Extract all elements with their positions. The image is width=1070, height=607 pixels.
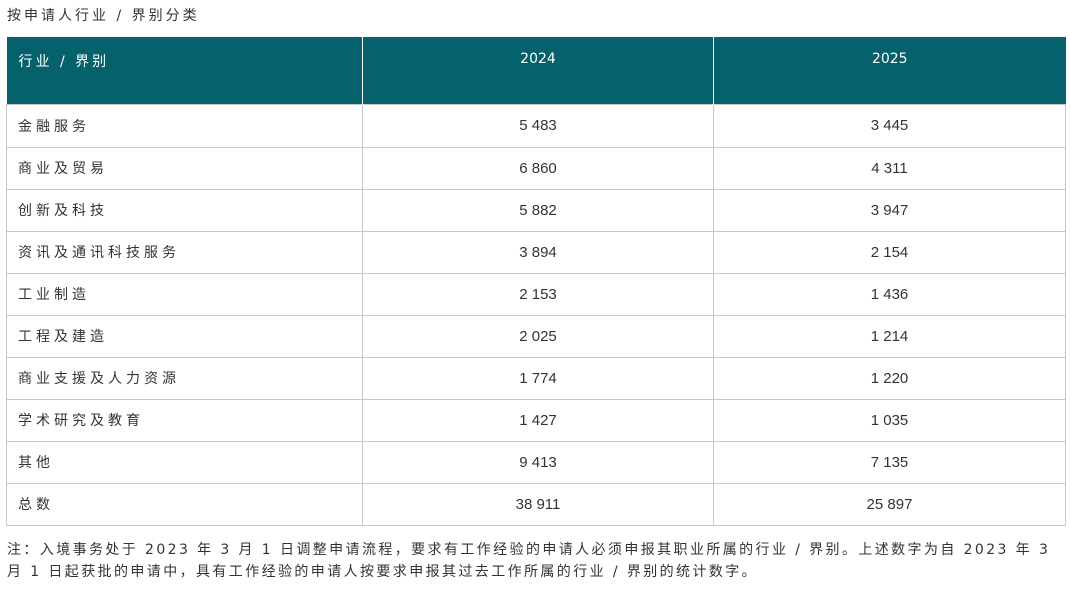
row-label: 工程及建造	[6, 314, 363, 358]
row-label: 其他	[6, 440, 363, 484]
table-row: 工业制造 2 153 1 436	[6, 272, 1066, 316]
row-label-total: 总数	[6, 482, 363, 526]
table-row: 创新及科技 5 882 3 947	[6, 188, 1066, 232]
total-2025: 25 897	[713, 482, 1066, 526]
table-row: 资讯及通讯科技服务 3 894 2 154	[6, 230, 1066, 274]
table-row: 学术研究及教育 1 427 1 035	[6, 398, 1066, 442]
table-row: 商业及贸易 6 860 4 311	[6, 146, 1066, 190]
footnote: 注：入境事务处于 2023 年 3 月 1 日调整申请流程，要求有工作经验的申请…	[7, 542, 1051, 580]
value-2025: 1 436	[713, 272, 1066, 316]
row-label: 商业支援及人力资源	[6, 356, 363, 400]
value-2025: 3 947	[713, 188, 1066, 232]
value-2024: 2 025	[362, 314, 714, 358]
total-2024: 38 911	[362, 482, 714, 526]
value-2024: 6 860	[362, 146, 714, 190]
value-2024: 5 483	[362, 103, 714, 148]
table-row: 金融服务 5 483 3 445	[6, 103, 1066, 148]
value-2024: 5 882	[362, 188, 714, 232]
header-industry: 行业 / 界别	[6, 37, 363, 104]
value-2025: 7 135	[713, 440, 1066, 484]
row-label: 工业制造	[6, 272, 363, 316]
value-2025: 1 035	[713, 398, 1066, 442]
value-2024: 1 427	[362, 398, 714, 442]
value-2024: 9 413	[362, 440, 714, 484]
value-2024: 2 153	[362, 272, 714, 316]
value-2025: 3 445	[713, 103, 1066, 148]
industry-table: 行业 / 界别 2024 2025 金融服务 5 483 3 445 商业及贸易…	[6, 37, 1066, 526]
header-year-2024: 2024	[362, 37, 714, 104]
row-label: 金融服务	[6, 103, 363, 148]
value-2025: 1 214	[713, 314, 1066, 358]
table-row: 商业支援及人力资源 1 774 1 220	[6, 356, 1066, 400]
value-2025: 2 154	[713, 230, 1066, 274]
row-label: 学术研究及教育	[6, 398, 363, 442]
row-label: 资讯及通讯科技服务	[6, 230, 363, 274]
value-2024: 1 774	[362, 356, 714, 400]
value-2025: 1 220	[713, 356, 1066, 400]
table-row: 工程及建造 2 025 1 214	[6, 314, 1066, 358]
table-total-row: 总数 38 911 25 897	[6, 482, 1066, 526]
table-caption: 按申请人行业 / 界别分类	[7, 8, 200, 24]
table-row: 其他 9 413 7 135	[6, 440, 1066, 484]
row-label: 创新及科技	[6, 188, 363, 232]
row-label: 商业及贸易	[6, 146, 363, 190]
value-2025: 4 311	[713, 146, 1066, 190]
header-year-2025: 2025	[713, 37, 1066, 104]
value-2024: 3 894	[362, 230, 714, 274]
table-header-row: 行业 / 界别 2024 2025	[6, 37, 1066, 104]
